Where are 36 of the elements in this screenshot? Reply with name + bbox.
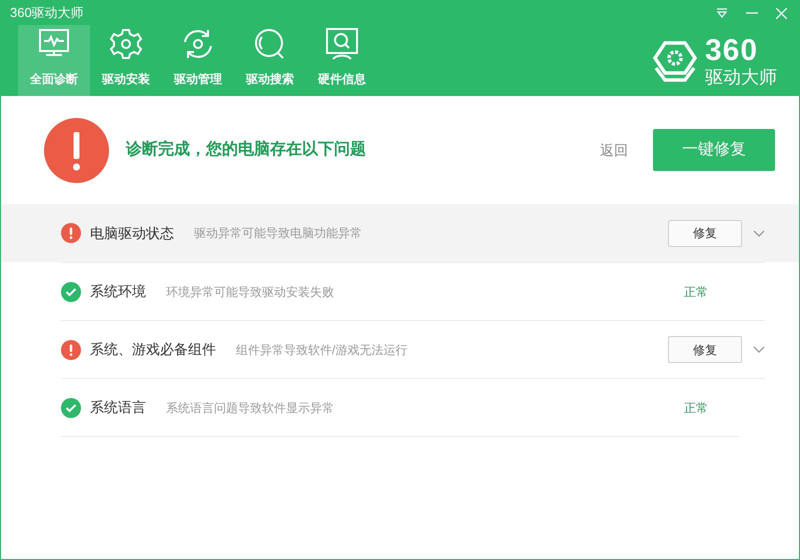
item-title: 系统环境: [90, 282, 146, 301]
close-icon[interactable]: [776, 8, 787, 18]
item-description: 系统语言问题导致软件显示异常: [166, 400, 334, 416]
chevron-down-icon[interactable]: [753, 346, 765, 353]
check-icon: [61, 282, 81, 302]
minimize-icon[interactable]: [746, 12, 758, 14]
nav-tab[interactable]: 驱动搜索: [234, 25, 306, 96]
nav-tab[interactable]: 硬件信息: [306, 25, 378, 96]
screen-search-icon: [324, 27, 360, 62]
chevron-down-icon[interactable]: [753, 230, 765, 236]
warning-icon: [44, 118, 109, 182]
back-link[interactable]: 返回: [600, 140, 628, 160]
nav-tab[interactable]: 驱动管理: [162, 25, 234, 96]
check-icon: [61, 398, 81, 418]
error-icon: [61, 340, 81, 360]
logo-title: 360: [705, 36, 760, 66]
item-title: 系统、游戏必备组件: [90, 340, 216, 359]
nav-tab[interactable]: 全面诊断: [18, 25, 90, 96]
item-title: 系统语言: [90, 398, 146, 417]
item-title: 电脑驱动状态: [90, 224, 174, 242]
status-text: 正常: [684, 284, 708, 300]
item-description: 驱动异常可能导致电脑功能异常: [194, 225, 362, 242]
gear-icon: [108, 27, 144, 62]
fix-button[interactable]: 修复: [668, 220, 742, 246]
item-description: 环境异常可能导致驱动安装失败: [166, 284, 334, 300]
error-icon: [61, 223, 81, 243]
logo-subtitle: 驱动大师: [705, 68, 777, 86]
fix-all-button[interactable]: 一键修复: [653, 129, 775, 171]
status-text: 正常: [684, 400, 708, 416]
dropdown-icon[interactable]: [716, 8, 728, 18]
logo-icon: [653, 40, 697, 82]
nav-tab[interactable]: 驱动安装: [90, 25, 162, 96]
fix-button[interactable]: 修复: [668, 336, 742, 363]
window-title: 360驱动大师: [9, 4, 84, 22]
diagnosis-message: 诊断完成，您的电脑存在以下问题: [126, 139, 366, 160]
item-description: 组件异常导致软件/游戏无法运行: [236, 342, 408, 358]
